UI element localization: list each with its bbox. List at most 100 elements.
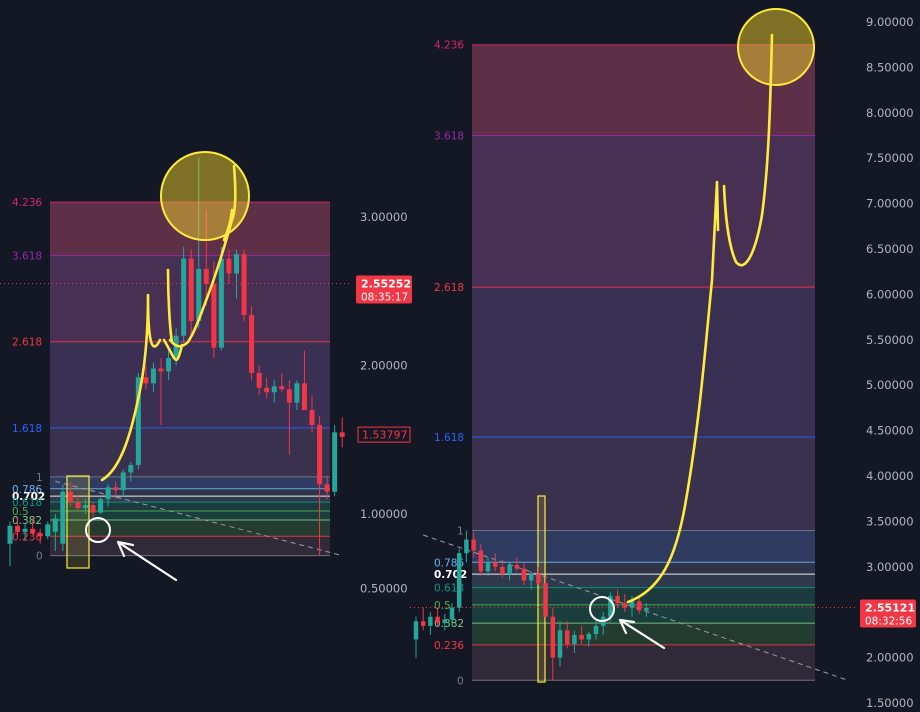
fib-zone-1-618 — [472, 436, 815, 531]
candle-body — [332, 432, 338, 492]
candle-body — [83, 505, 88, 509]
fib-zone-0-618 — [472, 587, 815, 605]
candle-body — [478, 550, 484, 572]
candle-body — [211, 283, 217, 348]
candle-body — [536, 574, 541, 584]
candle-body — [105, 487, 111, 500]
y-axis-tick-label: 1.50000 — [866, 696, 914, 710]
candle-body — [98, 499, 104, 513]
candle-body — [507, 564, 512, 575]
candle-body — [420, 621, 426, 626]
candle-body — [309, 410, 315, 425]
fib-zone-1-618 — [50, 427, 330, 477]
fib-label-1: 1 — [36, 472, 43, 484]
y-axis-tick-label: 9.00000 — [866, 15, 914, 29]
candle-body — [241, 254, 247, 316]
fib-label-4-236: 4.236 — [434, 40, 464, 52]
candle-body — [586, 633, 592, 640]
price-badge-countdown: 08:35:17 — [361, 291, 408, 303]
candle-body — [256, 372, 262, 388]
fib-zone-0-5 — [472, 604, 815, 624]
candle-body — [234, 254, 239, 274]
candle-body — [500, 566, 505, 575]
candle-body — [550, 616, 556, 658]
fib-label-0-5: 0.5 — [434, 600, 451, 612]
fib-label-0: 0 — [36, 551, 43, 563]
candle-body — [636, 601, 642, 611]
y-axis-tick-label: 7.50000 — [866, 151, 914, 165]
fib-label-0: 0 — [457, 675, 464, 687]
candle-body — [150, 368, 156, 384]
y-axis-tick-label: 0.50000 — [360, 581, 408, 595]
fib-label-1-618: 1.618 — [12, 423, 42, 435]
candle-body — [181, 258, 187, 336]
candle-body — [428, 616, 433, 626]
fib-label-4-236: 4.236 — [12, 197, 42, 209]
candle-body — [67, 491, 73, 503]
fib-label-0-236: 0.236 — [434, 640, 464, 652]
fib-label-2-618: 2.618 — [434, 282, 464, 294]
price-badge-value: 2.55121 — [865, 602, 915, 615]
candle-body — [622, 603, 628, 608]
candle-body — [339, 432, 345, 437]
candle-body — [128, 464, 134, 473]
y-axis-tick-label: 7.00000 — [866, 197, 914, 211]
y-axis-tick-label: 1.00000 — [360, 507, 408, 521]
fib-zone-0-236 — [50, 536, 330, 556]
target-circle[interactable] — [737, 8, 815, 86]
candle-body — [435, 616, 440, 624]
candle-body — [218, 258, 224, 348]
candle-body — [143, 377, 149, 384]
fib-label-3-618: 3.618 — [12, 251, 42, 263]
fib-label-3-618: 3.618 — [434, 131, 464, 143]
candle-body — [226, 258, 232, 274]
fib-label-0-702: 0.702 — [434, 569, 467, 581]
candle-body — [166, 358, 172, 372]
fib-zone-2-618 — [50, 341, 330, 428]
y-axis-tick-label: 3.00000 — [866, 560, 914, 574]
y-axis-tick-label: 6.00000 — [866, 287, 914, 301]
candle-body — [464, 539, 469, 554]
fib-zone-2-618 — [472, 287, 815, 437]
candle-body — [543, 583, 548, 617]
candle-body — [564, 630, 570, 644]
y-axis-tick-label: 5.00000 — [866, 378, 914, 392]
candle-body — [593, 625, 599, 634]
y-axis-tick-label: 2.00000 — [360, 359, 408, 373]
fib-label-0-236: 0.236 — [12, 531, 42, 543]
fib-zone-1 — [472, 530, 815, 563]
candle-body — [521, 568, 527, 581]
candle-body — [37, 533, 43, 537]
y-axis-tick-label: 4.00000 — [866, 469, 914, 483]
candle-body — [615, 595, 620, 604]
fib-label-2-618: 2.618 — [12, 337, 42, 349]
candle-body — [324, 484, 330, 492]
fib-label-0-382: 0.382 — [12, 515, 42, 527]
y-axis-tick-label: 8.50000 — [866, 60, 914, 74]
candle-body — [22, 528, 28, 532]
candle-body — [249, 315, 255, 373]
candle-body — [90, 505, 96, 513]
candle-body — [188, 258, 194, 321]
candle-body — [456, 553, 462, 608]
candle-body — [449, 607, 455, 620]
candle-body — [528, 574, 534, 581]
candle-body — [113, 487, 119, 491]
candle-body — [471, 539, 476, 551]
chart-canvas: 4.2363.6182.6181.61810.7860.7020.6180.50… — [0, 0, 920, 712]
y-axis-tick-label: 6.50000 — [866, 242, 914, 256]
candle-body — [317, 424, 323, 485]
candle-body — [60, 491, 66, 544]
candle-body — [572, 634, 577, 644]
candle-body — [286, 389, 292, 403]
candle-body — [579, 634, 584, 640]
candle-body — [413, 621, 419, 640]
candle-body — [30, 528, 36, 534]
fib-zone-0-236 — [472, 644, 815, 681]
candle-body — [158, 368, 164, 372]
y-axis-tick-label: 8.00000 — [866, 106, 914, 120]
fib-zone-0-382 — [50, 519, 330, 537]
candle-body — [7, 525, 13, 544]
fib-zone-0-786 — [50, 488, 330, 497]
y-axis-tick-label: 4.50000 — [866, 424, 914, 438]
